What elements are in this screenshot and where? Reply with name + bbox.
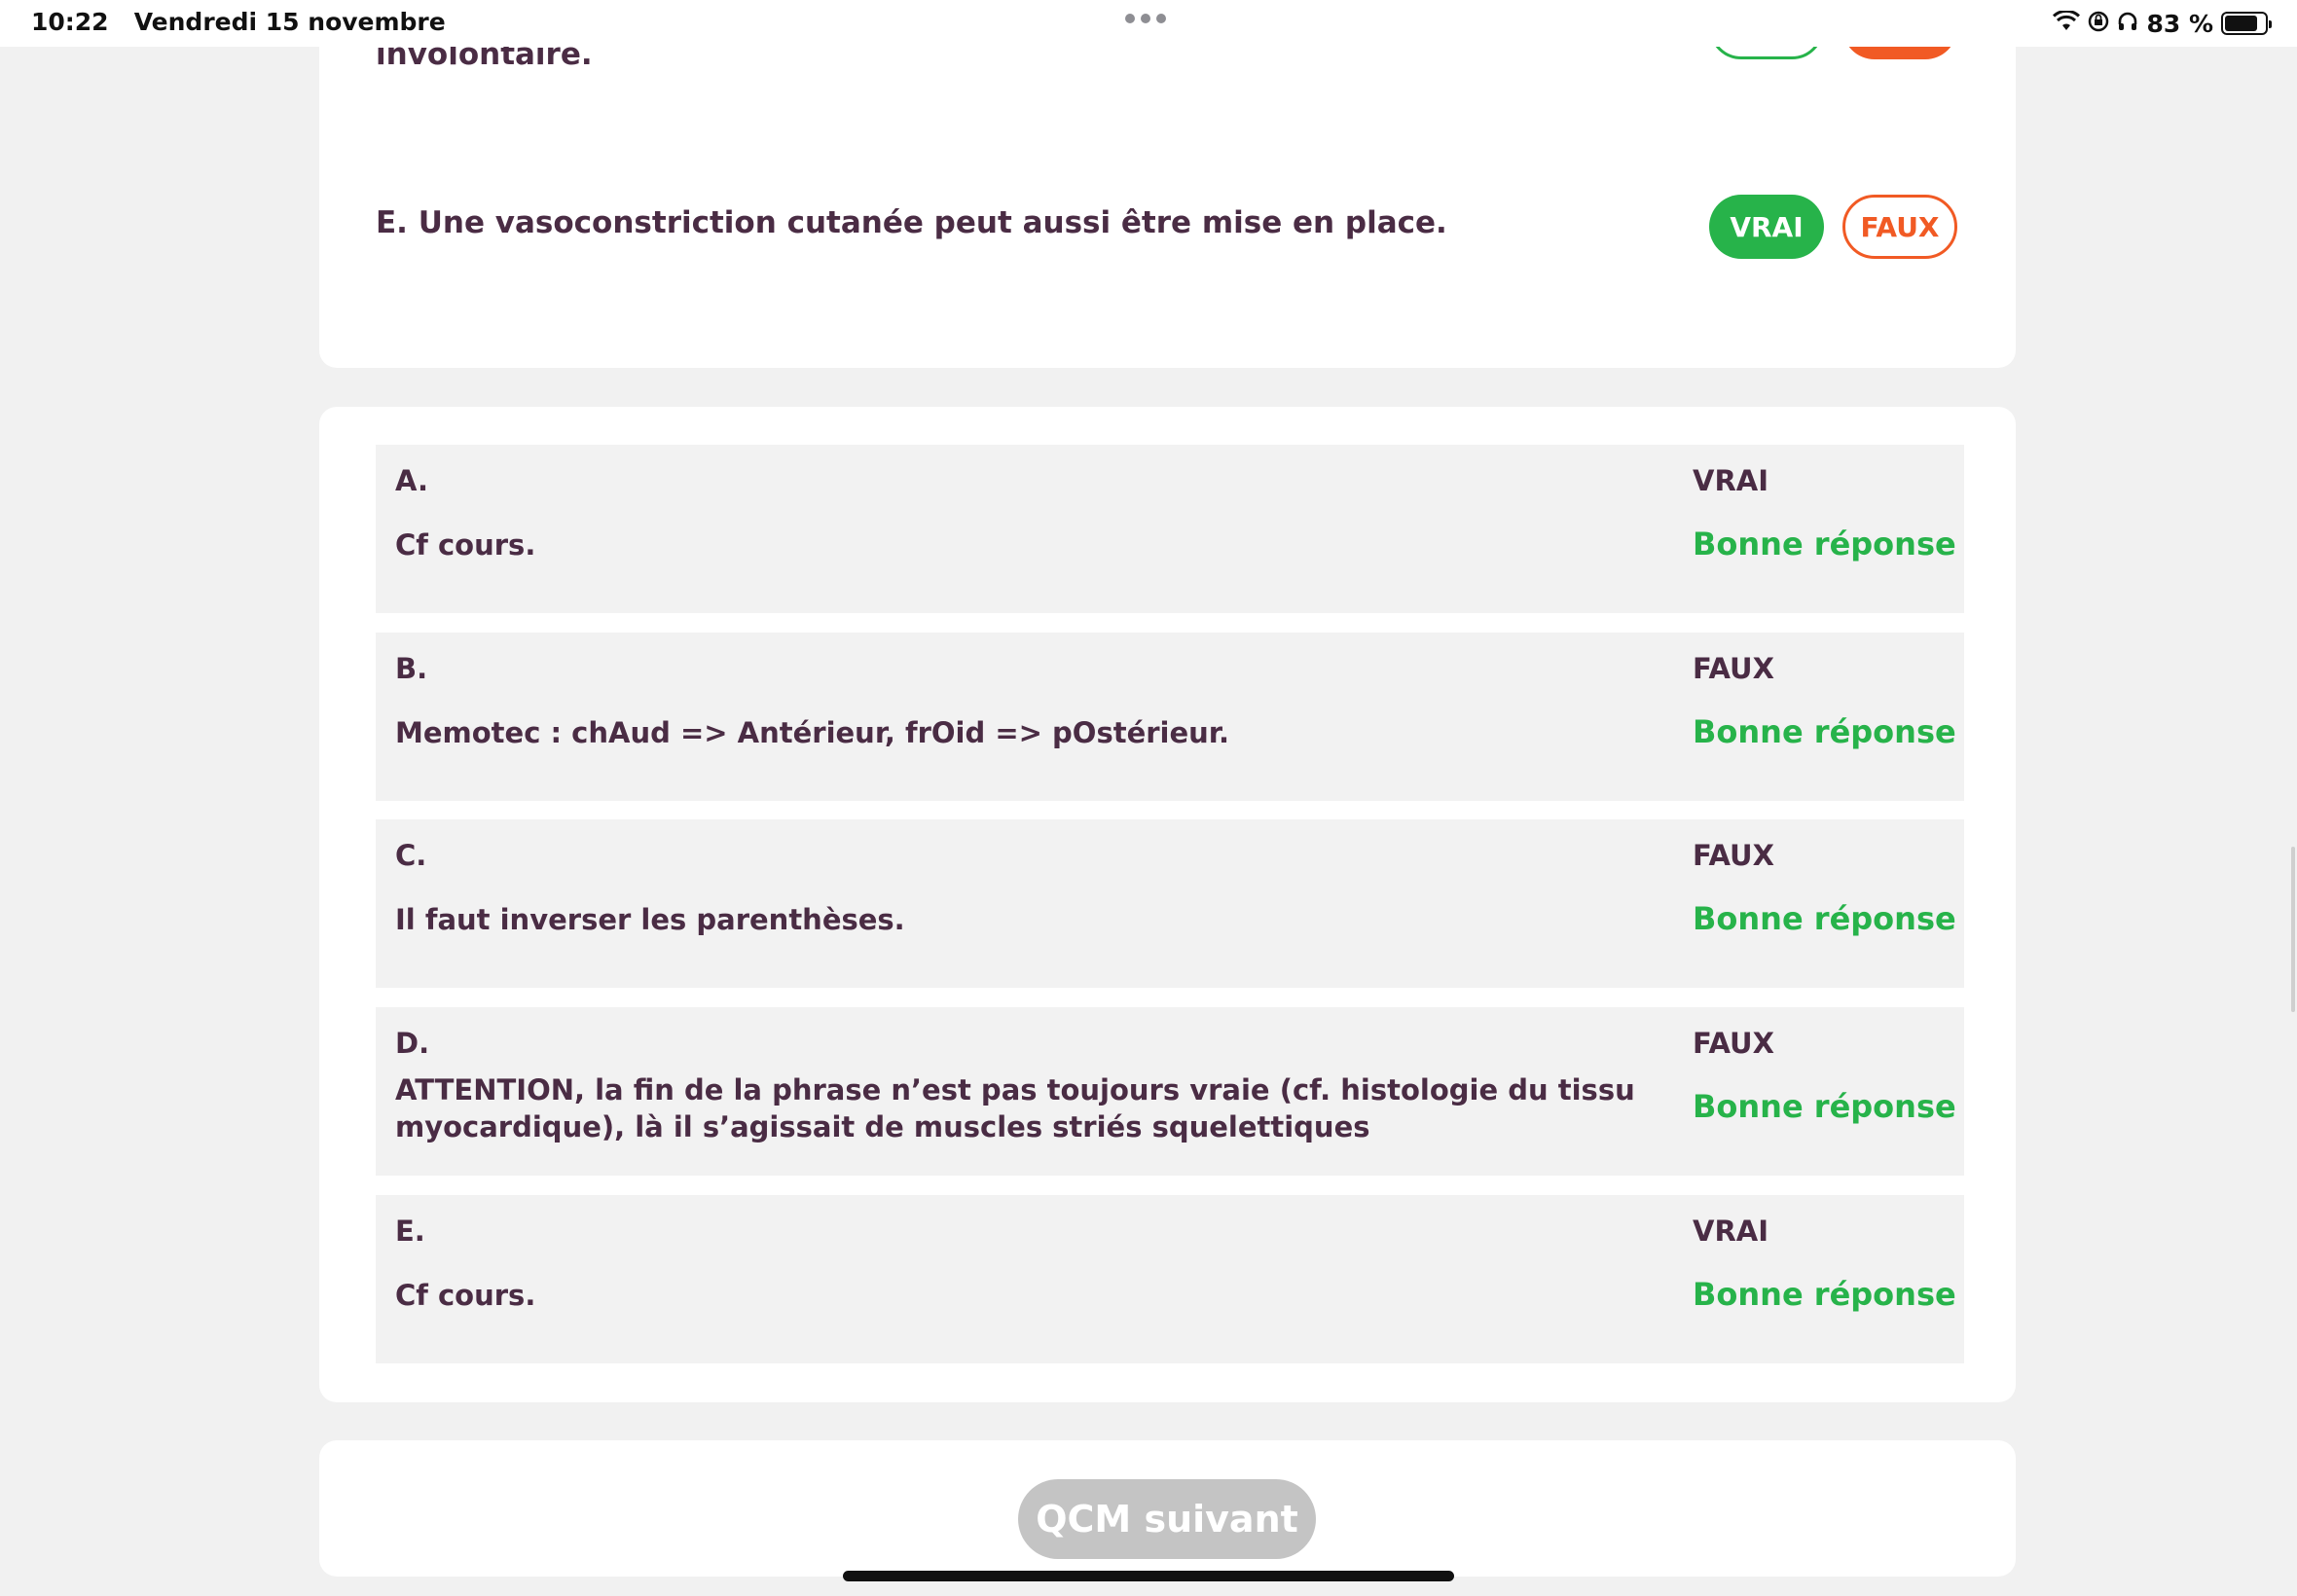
correction-letter: A.	[395, 464, 428, 497]
correction-truth: FAUX	[1693, 839, 1774, 872]
correction-letter: D.	[395, 1027, 430, 1060]
home-indicator[interactable]	[843, 1571, 1454, 1581]
correction-status: Bonne réponse	[1693, 713, 1956, 750]
correction-item: D. FAUX ATTENTION, la fin de la phrase n…	[376, 1007, 1964, 1176]
correction-truth: FAUX	[1693, 1027, 1774, 1060]
statement-e: E. Une vasoconstriction cutanée peut aus…	[376, 205, 1447, 240]
correction-explanation: Il faut inverser les parenthèses.	[395, 903, 905, 936]
status-bar: 10:22 Vendredi 15 novembre 83 %	[0, 0, 2297, 47]
correction-explanation: Cf cours.	[395, 528, 536, 562]
corrections-card: A. VRAI Cf cours. Bonne réponse B. FAUX …	[319, 407, 2016, 1402]
correction-item: E. VRAI Cf cours. Bonne réponse	[376, 1195, 1964, 1363]
footer-card: QCM suivant	[319, 1440, 2016, 1577]
status-indicators: 83 %	[2053, 6, 2272, 41]
battery-percent: 83 %	[2146, 9, 2213, 38]
correction-explanation: ATTENTION, la fin de la phrase n’est pas…	[395, 1073, 1635, 1143]
correction-letter: E.	[395, 1215, 425, 1248]
question-card: involontaire. E. Une vasoconstriction cu…	[319, 0, 2016, 368]
faux-button-e[interactable]: FAUX	[1842, 195, 1957, 259]
screen-lock-icon	[2088, 10, 2109, 38]
correction-explanation: Cf cours.	[395, 1279, 536, 1312]
vrai-button-e[interactable]: VRAI	[1709, 195, 1824, 259]
wifi-icon	[2053, 9, 2081, 38]
correction-explanation: Memotec : chAud => Antérieur, frOid => p…	[395, 716, 1229, 749]
correction-item: B. FAUX Memotec : chAud => Antérieur, fr…	[376, 633, 1964, 801]
multitasking-dots-icon[interactable]	[1125, 14, 1166, 23]
correction-truth: VRAI	[1693, 464, 1769, 497]
battery-icon	[2221, 12, 2272, 35]
next-qcm-button[interactable]: QCM suivant	[1018, 1479, 1316, 1559]
correction-letter: B.	[395, 652, 428, 685]
correction-item: C. FAUX Il faut inverser les parenthèses…	[376, 819, 1964, 988]
headphones-icon	[2117, 10, 2138, 38]
correction-status: Bonne réponse	[1693, 900, 1956, 937]
correction-truth: FAUX	[1693, 652, 1774, 685]
status-time-date: 10:22 Vendredi 15 novembre	[31, 8, 446, 36]
scrollbar[interactable]	[2291, 847, 2295, 1012]
correction-letter: C.	[395, 839, 427, 872]
correction-status: Bonne réponse	[1693, 1276, 1956, 1313]
correction-truth: VRAI	[1693, 1215, 1769, 1248]
correction-item: A. VRAI Cf cours. Bonne réponse	[376, 445, 1964, 613]
correction-status: Bonne réponse	[1693, 526, 1956, 562]
correction-status: Bonne réponse	[1693, 1088, 1956, 1125]
